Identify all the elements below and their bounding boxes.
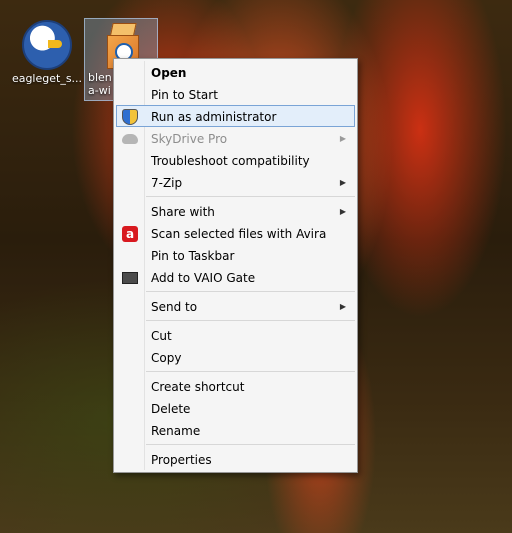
menu-item-label: Add to VAIO Gate xyxy=(151,271,256,285)
chevron-right-icon: ▶ xyxy=(339,178,346,187)
desktop-icon-label: eagleget_s... xyxy=(11,72,83,85)
menu-item-label: Send to xyxy=(151,300,198,314)
menu-item-label: 7-Zip xyxy=(151,176,183,190)
shield-icon xyxy=(122,109,138,125)
menu-item-label: Rename xyxy=(151,424,201,438)
menu-item-label: Create shortcut xyxy=(151,380,245,394)
menu-item-label: Share with xyxy=(151,205,215,219)
menu-item-7-zip[interactable]: 7-Zip ▶ xyxy=(116,171,355,193)
menu-item-rename[interactable]: Rename xyxy=(116,419,355,441)
avira-icon: a xyxy=(122,226,138,242)
menu-item-properties[interactable]: Properties xyxy=(116,448,355,470)
menu-item-label: Cut xyxy=(151,329,172,343)
menu-item-label: Copy xyxy=(151,351,182,365)
desktop-icon-eagleget[interactable]: eagleget_s... xyxy=(10,20,84,85)
cloud-icon xyxy=(122,134,138,144)
menu-item-pin-to-taskbar[interactable]: Pin to Taskbar xyxy=(116,244,355,266)
menu-item-open[interactable]: Open xyxy=(116,61,355,83)
menu-item-label: Troubleshoot compatibility xyxy=(151,154,310,168)
menu-item-send-to[interactable]: Send to ▶ xyxy=(116,295,355,317)
menu-separator xyxy=(146,291,355,292)
menu-item-add-to-vaio-gate[interactable]: Add to VAIO Gate xyxy=(116,266,355,288)
menu-item-label: Delete xyxy=(151,402,191,416)
menu-item-share-with[interactable]: Share with ▶ xyxy=(116,200,355,222)
menu-item-label: Run as administrator xyxy=(151,110,277,124)
chevron-right-icon: ▶ xyxy=(339,134,346,143)
menu-item-pin-to-start[interactable]: Pin to Start xyxy=(116,83,355,105)
menu-item-label: Properties xyxy=(151,453,212,467)
eagle-icon xyxy=(22,20,72,70)
menu-item-create-shortcut[interactable]: Create shortcut xyxy=(116,375,355,397)
menu-separator xyxy=(146,371,355,372)
chevron-right-icon: ▶ xyxy=(339,302,346,311)
menu-item-scan-with-avira[interactable]: a Scan selected files with Avira xyxy=(116,222,355,244)
context-menu: Open Pin to Start Run as administrator S… xyxy=(113,58,358,473)
menu-separator xyxy=(146,196,355,197)
menu-item-skydrive-pro[interactable]: SkyDrive Pro ▶ xyxy=(116,127,355,149)
menu-separator xyxy=(146,320,355,321)
menu-item-delete[interactable]: Delete xyxy=(116,397,355,419)
menu-item-cut[interactable]: Cut xyxy=(116,324,355,346)
menu-item-label: SkyDrive Pro xyxy=(151,132,228,146)
menu-item-label: Scan selected files with Avira xyxy=(151,227,327,241)
menu-item-troubleshoot-compatibility[interactable]: Troubleshoot compatibility xyxy=(116,149,355,171)
vaio-gate-icon xyxy=(122,272,138,284)
menu-separator xyxy=(146,444,355,445)
menu-item-copy[interactable]: Copy xyxy=(116,346,355,368)
chevron-right-icon: ▶ xyxy=(339,207,346,216)
menu-item-label: Pin to Start xyxy=(151,88,218,102)
menu-item-run-as-administrator[interactable]: Run as administrator xyxy=(116,105,355,127)
menu-item-label: Open xyxy=(151,66,187,80)
menu-item-label: Pin to Taskbar xyxy=(151,249,235,263)
